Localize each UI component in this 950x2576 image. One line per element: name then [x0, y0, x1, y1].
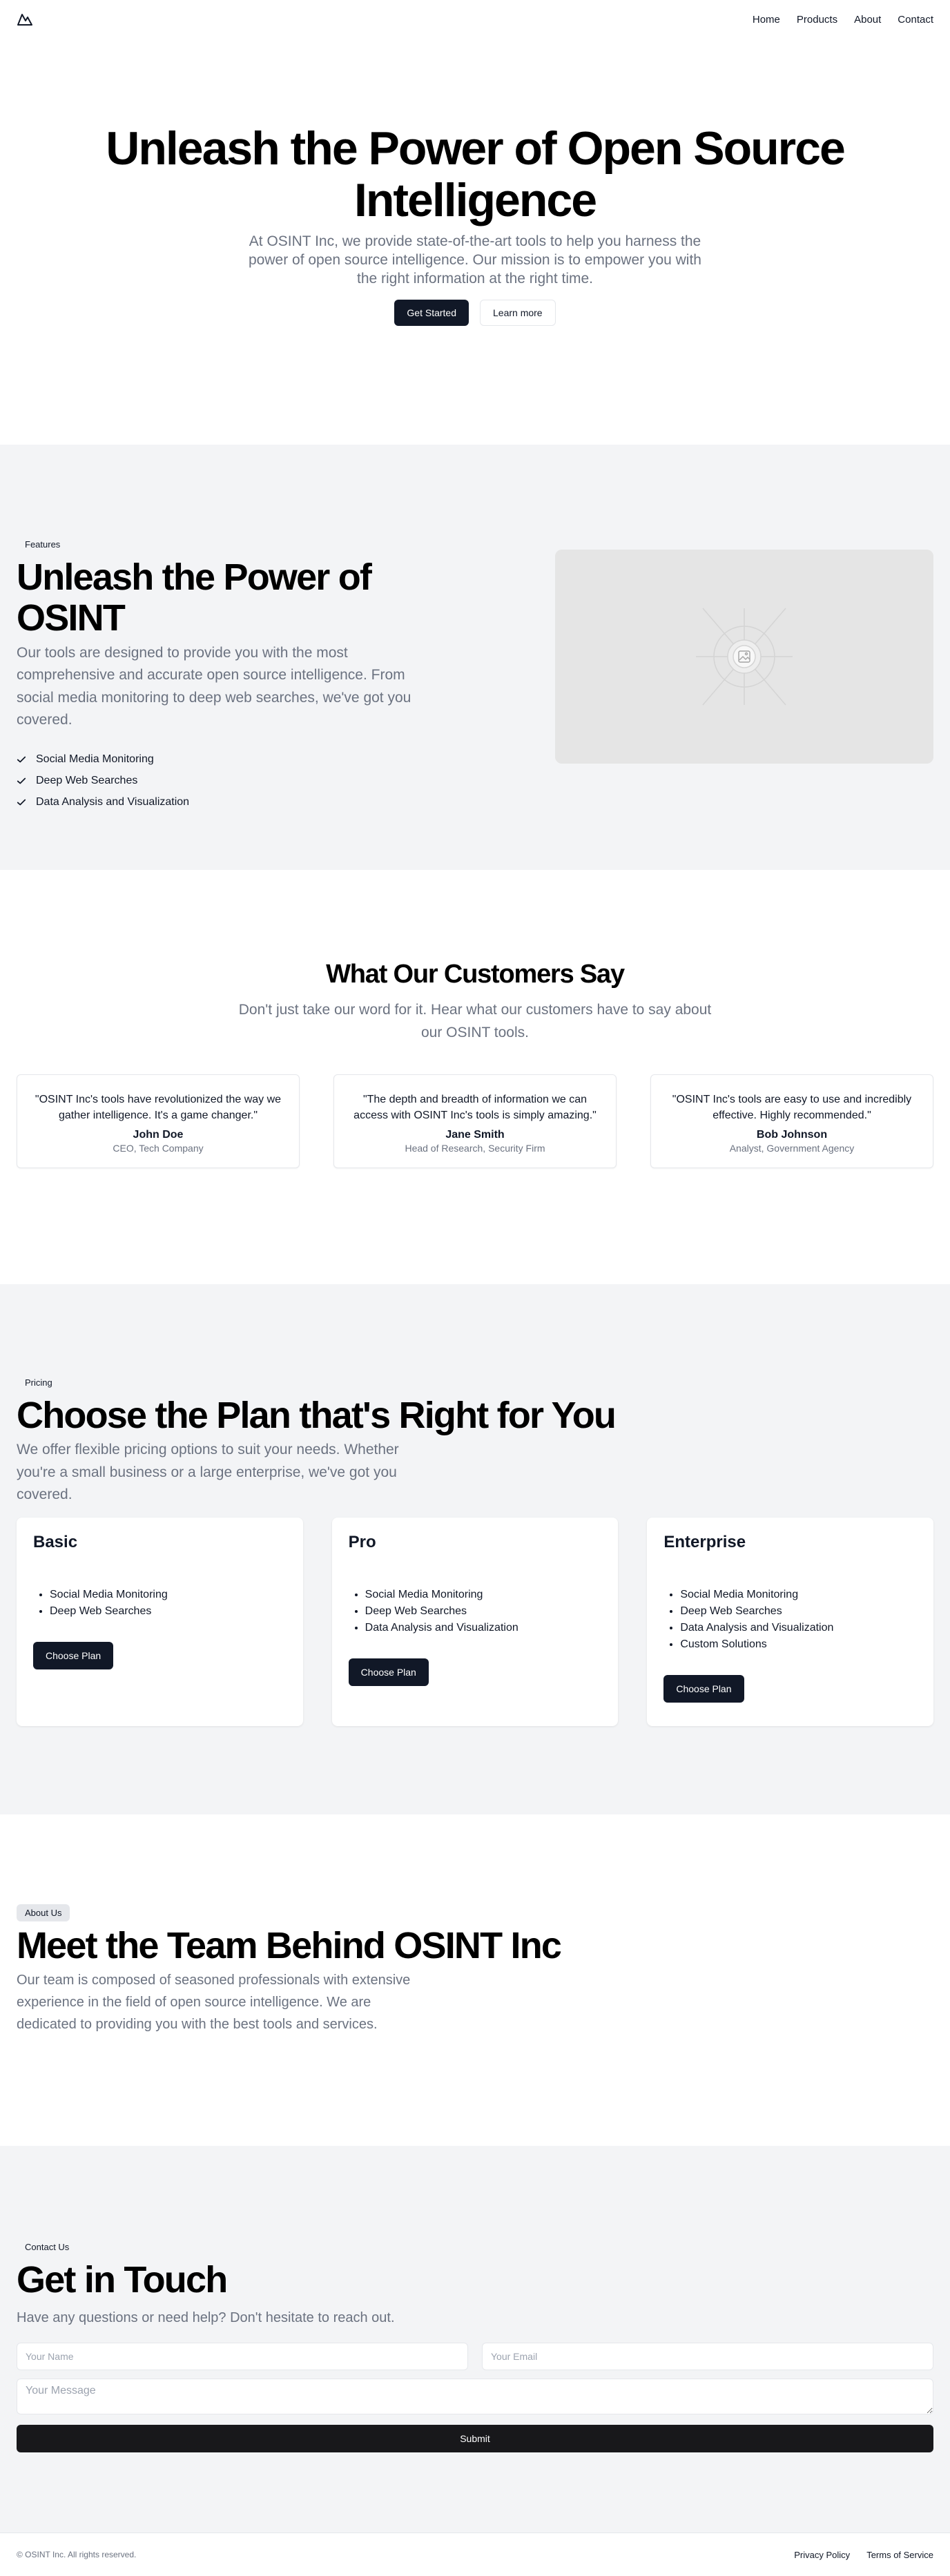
logo-link[interactable] [17, 10, 35, 28]
list-item: Social Media Monitoring [365, 1587, 602, 1603]
testimonial-quote: "OSINT Inc's tools have revolutionized t… [35, 1094, 282, 1122]
plan-card-pro: Pro Social Media Monitoring Deep Web Sea… [331, 1518, 619, 1727]
hero-section: Unleash the Power of Open Source Intelli… [0, 39, 950, 445]
about-tag: About Us [17, 1904, 70, 1921]
features-subtitle: Our tools are designed to provide you wi… [17, 644, 411, 728]
testimonial-name: Jane Smith [445, 1129, 505, 1141]
list-item: Custom Solutions [680, 1636, 917, 1653]
copyright-text: © OSINT Inc. All rights reserved. [17, 2550, 137, 2559]
list-item: Social Media Monitoring [50, 1587, 287, 1603]
contact-section: Contact Us Get in Touch Have any questio… [0, 2146, 950, 2533]
testimonial-name: John Doe [133, 1129, 184, 1141]
about-subtitle: Our team is composed of seasoned profess… [17, 1973, 411, 2033]
testimonial-cards: "OSINT Inc's tools have revolutionized t… [0, 1074, 950, 1169]
get-started-button[interactable]: Get Started [394, 299, 469, 326]
contact-subtitle: Have any questions or need help? Don't h… [17, 2310, 395, 2326]
choose-plan-basic-button[interactable]: Choose Plan [33, 1642, 114, 1670]
plan-name: Enterprise [663, 1533, 746, 1552]
main-nav: Home Products About Contact [753, 14, 933, 26]
features-section: Features Unleash the Power of OSINT Our … [0, 445, 950, 870]
feature-label: Data Analysis and Visualization [36, 795, 190, 808]
choose-plan-enterprise-button[interactable]: Choose Plan [663, 1675, 744, 1703]
testimonials-title: What Our Customers Say [326, 960, 625, 989]
plan-name: Pro [348, 1533, 376, 1552]
testimonial-role: CEO, Tech Company [113, 1143, 204, 1154]
mountain-icon [17, 14, 32, 26]
features-content: Features Unleash the Power of OSINT Our … [17, 536, 445, 870]
hero-subtitle: At OSINT Inc, we provide state-of-the-ar… [249, 233, 701, 287]
about-title: Meet the Team Behind OSINT Inc [17, 1925, 562, 1966]
email-input[interactable] [482, 2343, 933, 2371]
plan-features: Social Media Monitoring Deep Web Searche… [663, 1587, 917, 1653]
about-section: About Us Meet the Team Behind OSINT Inc … [0, 1814, 950, 2146]
choose-plan-pro-button[interactable]: Choose Plan [348, 1658, 429, 1687]
plan-name: Basic [33, 1533, 78, 1552]
pricing-section: Pricing Choose the Plan that's Right for… [0, 1284, 950, 1814]
list-item: Deep Web Searches [680, 1603, 917, 1620]
testimonial-card: "The depth and breadth of information we… [333, 1074, 617, 1169]
pricing-subtitle: We offer flexible pricing options to sui… [17, 1442, 399, 1503]
pricing-plans: Basic Social Media Monitoring Deep Web S… [17, 1518, 934, 1727]
list-item: Social Media Monitoring [17, 753, 445, 765]
list-item: Data Analysis and Visualization [680, 1620, 917, 1636]
contact-tag: Contact Us [25, 2242, 70, 2252]
nav-about[interactable]: About [854, 14, 881, 26]
nav-home[interactable]: Home [753, 14, 780, 26]
check-icon [17, 777, 26, 784]
list-item: Data Analysis and Visualization [365, 1620, 602, 1636]
features-list: Social Media Monitoring Deep Web Searche… [17, 753, 445, 808]
learn-more-button[interactable]: Learn more [480, 299, 556, 326]
list-item: Deep Web Searches [17, 775, 445, 786]
testimonial-quote: "The depth and breadth of information we… [353, 1094, 597, 1122]
testimonials-section: What Our Customers Say Don't just take o… [0, 870, 950, 1284]
list-item: Deep Web Searches [50, 1603, 287, 1620]
site-header: Home Products About Contact [0, 0, 950, 39]
footer-links: Privacy Policy Terms of Service [794, 2550, 933, 2560]
testimonial-card: "OSINT Inc's tools are easy to use and i… [650, 1074, 933, 1169]
submit-button[interactable]: Submit [17, 2425, 933, 2453]
message-textarea[interactable] [17, 2379, 933, 2415]
plan-card-basic: Basic Social Media Monitoring Deep Web S… [17, 1518, 303, 1727]
list-item: Deep Web Searches [365, 1603, 602, 1620]
testimonial-card: "OSINT Inc's tools have revolutionized t… [17, 1074, 300, 1169]
hero-actions: Get Started Learn more [394, 299, 556, 326]
features-title: Unleash the Power of OSINT [17, 556, 372, 639]
testimonial-role: Analyst, Government Agency [729, 1143, 855, 1154]
feature-label: Social Media Monitoring [36, 753, 154, 765]
list-item: Data Analysis and Visualization [17, 795, 445, 808]
check-icon [17, 756, 26, 763]
pricing-title: Choose the Plan that's Right for You [17, 1395, 617, 1436]
hero-title: Unleash the Power of Open Source Intelli… [106, 122, 846, 227]
name-input[interactable] [17, 2343, 468, 2371]
plan-features: Social Media Monitoring Deep Web Searche… [33, 1587, 287, 1620]
pricing-tag: Pricing [25, 1377, 52, 1388]
plan-card-enterprise: Enterprise Social Media Monitoring Deep … [647, 1518, 934, 1727]
features-tag: Features [25, 539, 61, 550]
feature-label: Deep Web Searches [36, 774, 138, 786]
testimonial-role: Head of Research, Security Firm [405, 1143, 545, 1154]
nav-products[interactable]: Products [797, 14, 837, 26]
check-icon [17, 799, 26, 806]
contact-title: Get in Touch [17, 2259, 228, 2301]
feature-image [555, 550, 933, 764]
contact-form-row [17, 2343, 933, 2371]
privacy-policy-link[interactable]: Privacy Policy [794, 2550, 850, 2560]
testimonial-name: Bob Johnson [756, 1129, 828, 1141]
terms-of-service-link[interactable]: Terms of Service [866, 2550, 933, 2560]
site-footer: © OSINT Inc. All rights reserved. Privac… [0, 2533, 950, 2576]
image-placeholder-icon [555, 550, 933, 764]
testimonials-subtitle: Don't just take our word for it. Hear wh… [238, 1002, 712, 1040]
nav-contact[interactable]: Contact [898, 14, 933, 26]
plan-features: Social Media Monitoring Deep Web Searche… [349, 1587, 602, 1636]
testimonial-quote: "OSINT Inc's tools are easy to use and i… [672, 1094, 912, 1122]
list-item: Social Media Monitoring [680, 1587, 917, 1603]
